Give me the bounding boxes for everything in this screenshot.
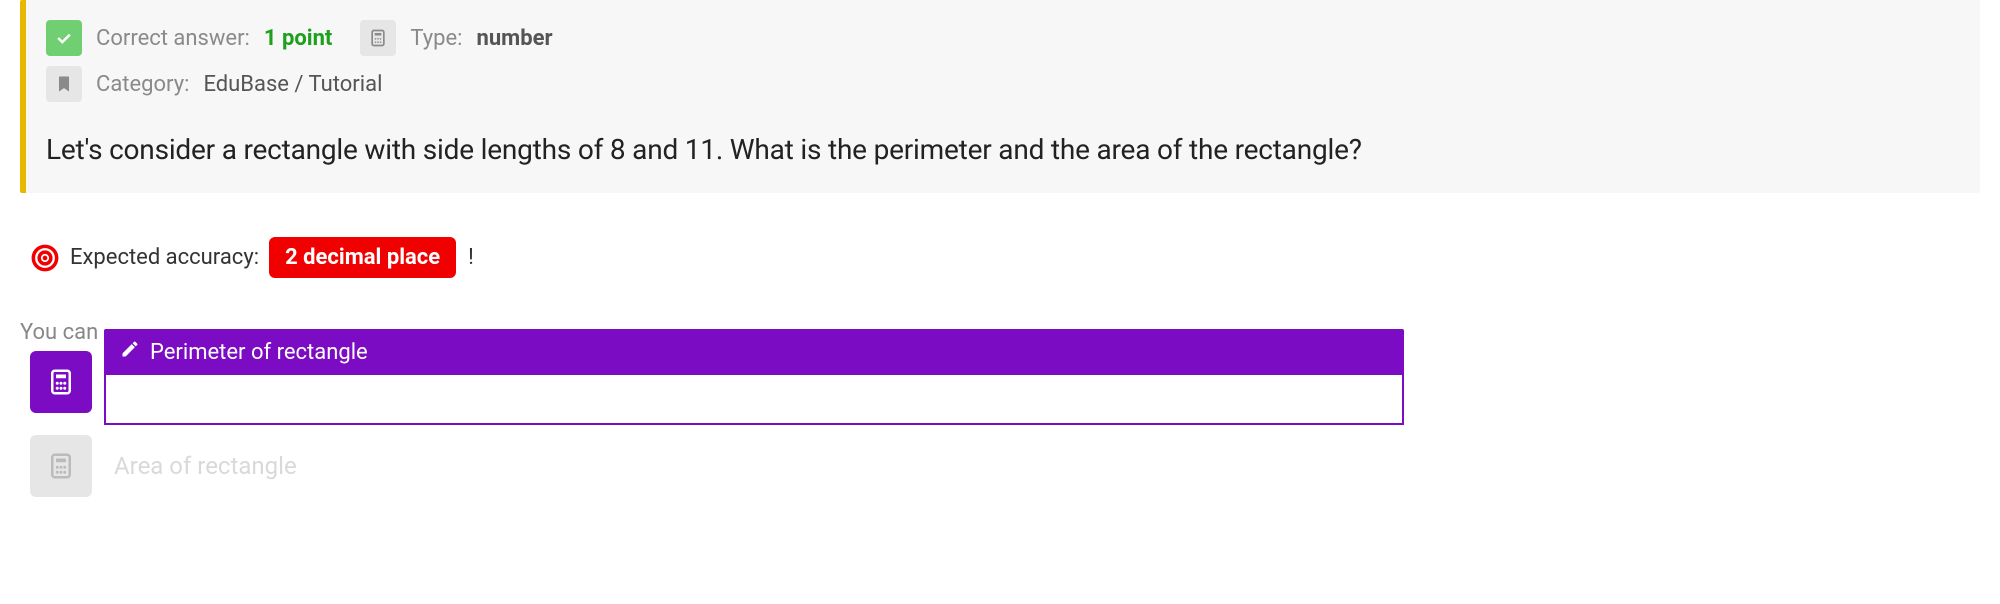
category-label: Category:: [96, 72, 189, 97]
answer-perimeter: Perimeter of rectangle: [30, 329, 1980, 425]
calculator-button-perimeter[interactable]: [30, 351, 92, 413]
area-label: Area of rectangle: [104, 438, 307, 494]
calculator-icon: [360, 20, 396, 56]
meta-row-2: Category: EduBase / Tutorial: [46, 66, 1960, 102]
points-value: 1 point: [264, 26, 332, 51]
perimeter-field: Perimeter of rectangle: [104, 329, 1404, 425]
accuracy-exclamation: !: [468, 245, 474, 270]
accuracy-row: Expected accuracy: 2 decimal place !: [30, 237, 1980, 278]
type-value: number: [476, 26, 552, 51]
answer-area: Area of rectangle: [30, 435, 1980, 497]
edit-icon: [120, 339, 140, 365]
meta-row-1: Correct answer: 1 point Type: number: [46, 20, 1960, 56]
category-value: EduBase / Tutorial: [203, 72, 382, 97]
correct-answer-label: Correct answer:: [96, 26, 250, 51]
accuracy-label: Expected accuracy:: [70, 245, 259, 270]
type-label: Type:: [410, 26, 462, 51]
perimeter-input[interactable]: [104, 375, 1404, 425]
calculator-button-area[interactable]: [30, 435, 92, 497]
target-icon: [30, 243, 60, 273]
accuracy-badge: 2 decimal place: [269, 237, 456, 278]
check-icon: [46, 20, 82, 56]
answers-area: Perimeter of rectangle Area of rectangle: [30, 329, 1980, 497]
perimeter-field-header: Perimeter of rectangle: [104, 329, 1404, 375]
question-card: Correct answer: 1 point Type: number Cat…: [20, 0, 1980, 193]
bookmark-icon: [46, 66, 82, 102]
question-text: Let's consider a rectangle with side len…: [46, 130, 1960, 169]
perimeter-label: Perimeter of rectangle: [150, 340, 368, 365]
